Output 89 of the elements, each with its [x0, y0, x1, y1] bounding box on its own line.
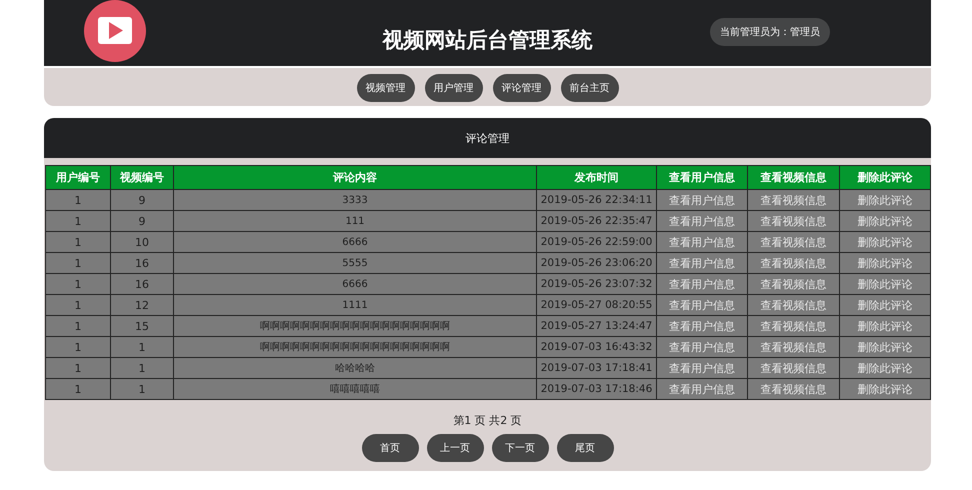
table-link[interactable]: 删除此评论	[840, 252, 930, 274]
nav-button[interactable]: 评论管理	[492, 74, 550, 102]
table-link[interactable]: 查看用户信息	[656, 294, 748, 316]
table-link[interactable]: 查看视频信息	[748, 316, 840, 336]
table-cell: 啊啊啊啊啊啊啊啊啊啊啊啊啊啊啊啊啊啊啊	[174, 336, 536, 358]
table-cell: 2019-05-26 22:35:47	[536, 210, 656, 232]
table-cell: 1	[46, 274, 110, 294]
table-cell: 1	[46, 210, 110, 232]
table-cell: 2019-05-26 22:59:00	[536, 232, 656, 252]
table-cell: 6666	[174, 274, 536, 294]
table-link[interactable]: 查看用户信息	[656, 274, 748, 294]
admin-badge: 当前管理员为：管理员	[710, 18, 830, 46]
table-cell: 啊啊啊啊啊啊啊啊啊啊啊啊啊啊啊啊啊啊啊	[174, 316, 536, 336]
table-cell: 1	[110, 378, 174, 400]
table-cell: 15	[110, 316, 174, 336]
table-cell: 1	[46, 294, 110, 316]
table-link[interactable]: 删除此评论	[840, 232, 930, 252]
table-link[interactable]: 查看视频信息	[748, 274, 840, 294]
table-cell: 1111	[174, 294, 536, 316]
table-cell: 5555	[174, 252, 536, 274]
table-link[interactable]: 删除此评论	[840, 336, 930, 358]
table-cell: 2019-07-03 17:18:46	[536, 378, 656, 400]
table-link[interactable]: 删除此评论	[840, 190, 930, 210]
column-header: 用户编号	[46, 166, 110, 190]
pagination-button[interactable]: 下一页	[492, 434, 548, 462]
table-link[interactable]: 查看用户信息	[656, 252, 748, 274]
table-link[interactable]: 删除此评论	[840, 378, 930, 400]
table-cell: 9	[110, 190, 174, 210]
nav-button[interactable]: 用户管理	[424, 74, 482, 102]
table-cell: 1	[46, 316, 110, 336]
table-link[interactable]: 查看视频信息	[748, 190, 840, 210]
table-link[interactable]: 删除此评论	[840, 210, 930, 232]
table-cell: 2019-05-27 13:24:47	[536, 316, 656, 336]
table-cell: 2019-05-27 08:20:55	[536, 294, 656, 316]
table-link[interactable]: 删除此评论	[840, 274, 930, 294]
column-header: 发布时间	[536, 166, 656, 190]
pagination-button[interactable]: 首页	[362, 434, 418, 462]
nav-button[interactable]: 视频管理	[356, 74, 414, 102]
table-link[interactable]: 查看用户信息	[656, 232, 748, 252]
table-link[interactable]: 查看视频信息	[748, 378, 840, 400]
pagination-button[interactable]: 尾页	[556, 434, 614, 462]
table-cell: 10	[110, 232, 174, 252]
column-header: 查看视频信息	[748, 166, 840, 190]
page-info: 第1 页 共2 页	[452, 413, 523, 428]
table-cell: 1	[46, 358, 110, 378]
table-link[interactable]: 查看视频信息	[748, 336, 840, 358]
panel-title: 评论管理	[466, 130, 510, 146]
nav-button[interactable]: 前台主页	[560, 74, 618, 102]
table-link[interactable]: 查看视频信息	[748, 358, 840, 378]
table-link[interactable]: 查看视频信息	[748, 210, 840, 232]
table-link[interactable]: 删除此评论	[840, 316, 930, 336]
table-cell: 9	[110, 210, 174, 232]
table-cell: 1	[110, 358, 174, 378]
table-cell: 1	[46, 378, 110, 400]
table-link[interactable]: 查看视频信息	[748, 252, 840, 274]
table-link[interactable]: 查看用户信息	[656, 378, 748, 400]
table-cell: 2019-05-26 22:34:11	[536, 190, 656, 210]
table-cell: 1	[46, 190, 110, 210]
table-cell: 16	[110, 274, 174, 294]
table-link[interactable]: 查看用户信息	[656, 336, 748, 358]
column-header: 视频编号	[110, 166, 174, 190]
table-link[interactable]: 查看用户信息	[656, 316, 748, 336]
column-header: 删除此评论	[840, 166, 930, 190]
table-cell: 嘻嘻嘻嘻嘻	[174, 378, 536, 400]
table-cell: 16	[110, 252, 174, 274]
column-header: 查看用户信息	[656, 166, 748, 190]
table-link[interactable]: 查看用户信息	[656, 210, 748, 232]
pagination-button[interactable]: 上一页	[426, 434, 484, 462]
site-title: 视频网站后台管理系统	[382, 27, 592, 54]
table-cell: 12	[110, 294, 174, 316]
table-cell: 哈哈哈哈	[174, 358, 536, 378]
table-cell: 1	[46, 336, 110, 358]
table-cell: 2019-07-03 16:43:32	[536, 336, 656, 358]
table-link[interactable]: 查看用户信息	[656, 190, 748, 210]
table-cell: 1	[110, 336, 174, 358]
table-link[interactable]: 删除此评论	[840, 358, 930, 378]
table-link[interactable]: 查看用户信息	[656, 358, 748, 378]
table-link[interactable]: 查看视频信息	[748, 294, 840, 316]
table-cell: 111	[174, 210, 536, 232]
table-link[interactable]: 删除此评论	[840, 294, 930, 316]
table-cell: 1	[46, 232, 110, 252]
column-header: 评论内容	[174, 166, 536, 190]
table-cell: 3333	[174, 190, 536, 210]
table-cell: 6666	[174, 232, 536, 252]
table-cell: 1	[46, 252, 110, 274]
table-cell: 2019-05-26 23:07:32	[536, 274, 656, 294]
table-link[interactable]: 查看视频信息	[748, 232, 840, 252]
table-cell: 2019-07-03 17:18:41	[536, 358, 656, 378]
table-cell: 2019-05-26 23:06:20	[536, 252, 656, 274]
